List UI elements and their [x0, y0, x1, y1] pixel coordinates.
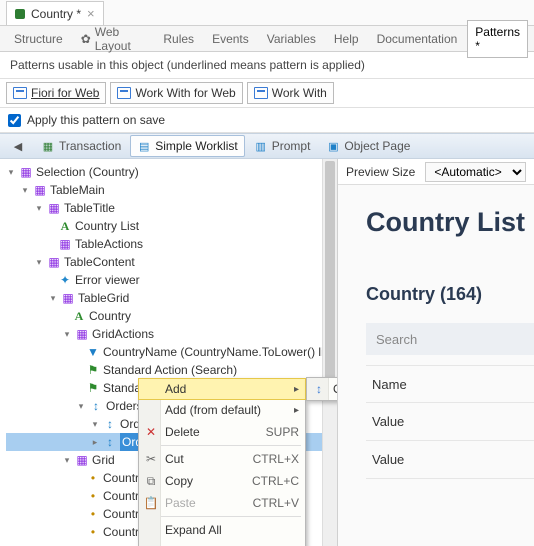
tab-variables[interactable]: Variables [259, 27, 324, 51]
preview-search-input[interactable]: Search [366, 323, 534, 355]
tree-node-countryname-filter[interactable]: ▼CountryName (CountryName.ToLower() lik [6, 343, 337, 361]
flower-icon: ✿ [81, 32, 91, 46]
tab-documentation[interactable]: Documentation [369, 27, 466, 51]
tab-help[interactable]: Help [326, 27, 367, 51]
collapse-icon[interactable]: ▾ [76, 401, 86, 411]
apply-pattern-label: Apply this pattern on save [27, 113, 165, 127]
pattern-icon [254, 87, 268, 99]
menu-delete[interactable]: ✕DeleteSUPR [139, 421, 305, 443]
tree-node-country-list[interactable]: ACountry List [6, 217, 337, 235]
collapse-icon[interactable]: ▾ [6, 167, 16, 177]
collapse-icon[interactable]: ▾ [34, 257, 44, 267]
tree-node-tablemain[interactable]: ▾▦TableMain [6, 181, 337, 199]
tree-node-tabletitle[interactable]: ▾▦TableTitle [6, 199, 337, 217]
scrollbar-thumb[interactable] [325, 161, 335, 381]
attribute-icon: • [86, 507, 100, 521]
collapse-icon[interactable]: ▾ [62, 455, 72, 465]
tree-node-tablegrid[interactable]: ▾▦TableGrid [6, 289, 337, 307]
menu-collapse-all[interactable]: Collapse All [139, 541, 305, 546]
preview-subheading: Country (164) [366, 284, 534, 305]
collapse-icon[interactable]: ▾ [62, 329, 72, 339]
collapse-icon[interactable]: ▾ [90, 419, 100, 429]
paste-icon: 📋 [143, 496, 159, 510]
toolbar-simple-worklist[interactable]: ▤Simple Worklist [130, 135, 244, 157]
grid-icon: ▦ [47, 255, 61, 269]
toolbar-prompt[interactable]: ▥Prompt [247, 135, 318, 157]
menu-add-from-default[interactable]: Add (from default) [139, 399, 305, 421]
prompt-icon: ▥ [254, 139, 268, 153]
apply-pattern-checkbox[interactable] [8, 114, 21, 127]
text-icon: A [72, 309, 86, 323]
tab-structure[interactable]: Structure [6, 27, 71, 51]
collapse-icon[interactable]: ▾ [48, 293, 58, 303]
tree-scrollbar[interactable] [322, 159, 337, 546]
tab-web-layout[interactable]: ✿Web Layout [73, 20, 154, 58]
pattern-work-with-for-web[interactable]: Work With for Web [110, 82, 242, 104]
tab-rules[interactable]: Rules [155, 27, 202, 51]
copy-icon: ⧉ [143, 474, 159, 489]
document-tab-title: Country * [31, 7, 81, 21]
section-tabs: Structure ✿Web Layout Rules Events Varia… [0, 26, 534, 52]
preview-row-value: Value [366, 403, 534, 441]
tree-node-error-viewer[interactable]: ✦Error viewer [6, 271, 337, 289]
tree-node-tablecontent[interactable]: ▾▦TableContent [6, 253, 337, 271]
tab-patterns[interactable]: Patterns * [467, 20, 528, 58]
error-viewer-icon: ✦ [58, 273, 72, 287]
tree-node-std-search[interactable]: ⚑Standard Action (Search) [6, 361, 337, 379]
worklist-icon: ▤ [137, 139, 151, 153]
order-icon: ↕ [103, 417, 117, 431]
menu-copy[interactable]: ⧉CopyCTRL+C [139, 470, 305, 492]
grid-icon: ▦ [75, 327, 89, 341]
delete-icon: ✕ [143, 425, 159, 439]
tree-node-country[interactable]: ACountry [6, 307, 337, 325]
object-page-icon: ▣ [326, 139, 340, 153]
cut-icon: ✂ [143, 452, 159, 466]
tree-node-selection[interactable]: ▾▦Selection (Country) [6, 163, 337, 181]
order-icon: ↕ [89, 399, 103, 413]
menu-add[interactable]: Add [138, 378, 306, 400]
preview-title: Country List [366, 207, 534, 238]
grid-icon: ▦ [61, 291, 75, 305]
order-icon: ↕ [103, 435, 117, 449]
filter-icon: ▼ [86, 345, 100, 359]
pattern-icon [13, 87, 27, 99]
grid-icon: ▦ [19, 165, 33, 179]
expand-icon[interactable]: ▸ [90, 437, 100, 447]
context-menu: Add Add (from default) ✕DeleteSUPR ✂CutC… [138, 378, 306, 546]
flag-icon: ⚑ [86, 363, 100, 377]
preview-size-select[interactable]: <Automatic> [425, 162, 526, 182]
flag-icon: ⚑ [86, 381, 100, 395]
attribute-icon: • [86, 525, 100, 539]
attribute-icon: • [86, 489, 100, 503]
menu-cut[interactable]: ✂CutCTRL+X [139, 448, 305, 470]
grid-icon: ▦ [58, 237, 72, 251]
pattern-fiori-for-web[interactable]: Fiori for Web [6, 82, 106, 104]
grid-icon: ▦ [33, 183, 47, 197]
pattern-work-with[interactable]: Work With [247, 82, 334, 104]
toolbar-object-page[interactable]: ▣Object Page [319, 135, 417, 157]
toolbar-transaction[interactable]: ▦Transaction [34, 135, 128, 157]
menu-paste: 📋PasteCTRL+V [139, 492, 305, 514]
preview-row-value: Value [366, 441, 534, 479]
collapse-icon[interactable]: ▾ [34, 203, 44, 213]
transaction-icon: ▦ [41, 139, 55, 153]
preview-size-label: Preview Size [346, 165, 415, 179]
collapse-icon[interactable]: ▾ [20, 185, 30, 195]
attribute-icon: • [86, 471, 100, 485]
grid-icon: ▦ [47, 201, 61, 215]
chevron-left-icon: ◀ [11, 139, 25, 153]
text-icon: A [58, 219, 72, 233]
menu-expand-all[interactable]: Expand All [139, 519, 305, 541]
tree-node-gridactions[interactable]: ▾▦GridActions [6, 325, 337, 343]
tree-node-tableactions[interactable]: ▦TableActions [6, 235, 337, 253]
order-icon: ↕ [311, 382, 327, 396]
tab-events[interactable]: Events [204, 27, 257, 51]
toolbar-prev[interactable]: ◀ [4, 135, 32, 157]
submenu-add: ↕Order [306, 377, 338, 401]
grid-icon: ▦ [75, 453, 89, 467]
pattern-icon [117, 87, 131, 99]
submenu-add-order[interactable]: ↕Order [307, 378, 338, 400]
preview-col-name: Name [366, 365, 534, 403]
transaction-icon [15, 9, 25, 19]
